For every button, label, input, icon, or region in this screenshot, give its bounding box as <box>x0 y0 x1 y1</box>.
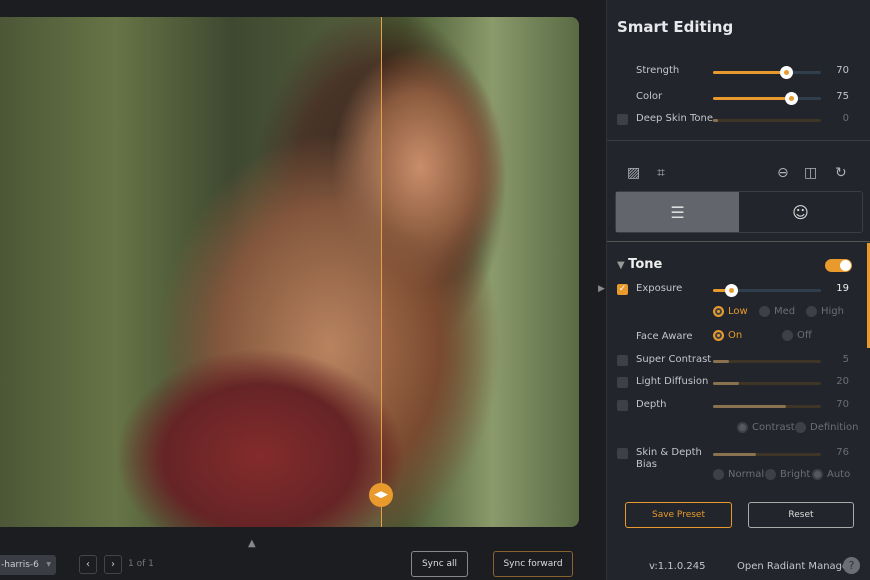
super-contrast-row: Super Contrast 5 <box>607 353 870 369</box>
sync-forward-button[interactable]: Sync forward <box>493 551 573 577</box>
light-diffusion-slider[interactable] <box>713 382 821 385</box>
compare-split-line[interactable] <box>381 17 382 527</box>
light-diffusion-row: Light Diffusion 20 <box>607 375 870 391</box>
radio-low[interactable]: Low <box>713 306 748 317</box>
histogram-icon[interactable]: ▨ <box>627 165 640 181</box>
radio-bright[interactable]: Bright <box>765 469 810 480</box>
radio-off[interactable]: Off <box>782 330 812 341</box>
strength-slider-row: Strength 70 <box>607 64 870 80</box>
file-name: -harris-6 <box>1 560 39 570</box>
strength-label: Strength <box>636 65 680 76</box>
triangle-up-icon[interactable]: ▲ <box>248 538 256 549</box>
tone-section: ▼ Tone ✓ Exposure 19 Low Med High Face A… <box>607 244 865 580</box>
exposure-slider[interactable] <box>713 284 821 297</box>
sliders-icon: ☰ <box>670 202 685 222</box>
color-value: 75 <box>836 91 849 102</box>
radio-auto[interactable]: Auto <box>812 469 850 480</box>
version-label: v:1.1.0.245 <box>649 561 706 572</box>
open-radiant-manager-link[interactable]: Open Radiant Manager <box>737 561 852 572</box>
slider-knob[interactable] <box>780 66 794 79</box>
slider-knob[interactable] <box>725 284 739 297</box>
crop-icon[interactable]: ⌗ <box>657 165 665 181</box>
tone-title: Tone <box>628 257 663 272</box>
strength-slider[interactable] <box>713 66 821 79</box>
super-contrast-slider[interactable] <box>713 360 821 363</box>
before-half <box>0 17 381 527</box>
exposure-label: Exposure <box>636 283 683 294</box>
depth-value: 70 <box>836 399 849 410</box>
light-diffusion-value: 20 <box>836 376 849 387</box>
radio-contrast[interactable]: Contrast <box>737 422 795 433</box>
reset-button[interactable]: Reset <box>748 502 854 528</box>
tab-adjustments[interactable]: ☰ <box>616 192 739 232</box>
deep-skin-value: 0 <box>842 113 849 124</box>
radio-med[interactable]: Med <box>759 306 795 317</box>
super-contrast-checkbox[interactable] <box>617 355 628 366</box>
skin-depth-value: 76 <box>836 447 849 458</box>
depth-label: Depth <box>636 399 667 410</box>
divider <box>607 140 870 141</box>
tone-toggle[interactable] <box>825 259 852 272</box>
color-slider-row: Color 75 <box>607 90 870 106</box>
expand-arrow-icon[interactable]: ▶ <box>598 284 605 294</box>
panel-title: Smart Editing <box>617 18 734 36</box>
strength-value: 70 <box>836 65 849 76</box>
rotate-icon[interactable]: ↻ <box>835 165 847 181</box>
deep-skin-row: Deep Skin Tone 0 <box>607 112 870 128</box>
chevron-down-icon: ▼ <box>46 561 51 568</box>
super-contrast-label: Super Contrast <box>636 354 712 365</box>
super-contrast-value: 5 <box>842 354 849 365</box>
sync-all-button[interactable]: Sync all <box>411 551 468 577</box>
flip-horizontal-icon[interactable]: ◫ <box>804 165 817 181</box>
split-arrows-icon[interactable]: ◀▶ <box>369 483 393 507</box>
exposure-value: 19 <box>836 283 849 294</box>
depth-checkbox[interactable] <box>617 400 628 411</box>
slider-knob[interactable] <box>784 92 798 105</box>
depth-row: Depth 70 <box>607 398 870 414</box>
triangle-down-icon: ▼ <box>617 260 629 271</box>
next-button[interactable]: › <box>104 555 122 574</box>
radio-on[interactable]: On <box>713 330 742 341</box>
radio-high[interactable]: High <box>806 306 844 317</box>
mode-tabs: ☰ ☺ <box>615 191 863 233</box>
photo-preview[interactable]: ◀▶ <box>0 17 579 527</box>
skin-depth-slider[interactable] <box>713 453 821 456</box>
face-aware-label: Face Aware <box>636 331 693 342</box>
light-diffusion-label: Light Diffusion <box>636 376 709 387</box>
exposure-checkbox[interactable]: ✓ <box>617 284 628 295</box>
prev-button[interactable]: ‹ <box>79 555 97 574</box>
exposure-row: ✓ Exposure 19 <box>607 282 870 298</box>
flip-vertical-icon[interactable]: ⊖ <box>777 165 789 181</box>
help-icon[interactable]: ? <box>843 557 860 574</box>
bottom-bar: ▲ -harris-6 ▼ ‹ › 1 of 1 Sync all Sync fo… <box>0 528 606 580</box>
color-label: Color <box>636 91 663 102</box>
color-slider[interactable] <box>713 92 821 105</box>
deep-skin-checkbox[interactable] <box>617 114 628 125</box>
smart-editing-panel: Smart Editing Strength 70 Color 75 Deep … <box>598 0 870 580</box>
light-diffusion-checkbox[interactable] <box>617 377 628 388</box>
skin-depth-label: Skin & Depth <box>636 447 702 458</box>
tab-face[interactable]: ☺ <box>739 192 862 232</box>
radio-normal[interactable]: Normal <box>713 469 764 480</box>
deep-skin-label: Deep Skin Tone <box>636 113 713 124</box>
radio-definition[interactable]: Definition <box>795 422 858 433</box>
page-count: 1 of 1 <box>128 559 154 569</box>
divider <box>607 241 870 242</box>
file-select[interactable]: -harris-6 ▼ <box>0 555 56 575</box>
deep-skin-slider[interactable] <box>713 119 821 122</box>
face-icon: ☺ <box>792 202 809 222</box>
save-preset-button[interactable]: Save Preset <box>625 502 732 528</box>
tone-header[interactable]: ▼ Tone <box>617 257 662 272</box>
skin-depth-label-2: Bias <box>636 459 657 470</box>
depth-slider[interactable] <box>713 405 821 408</box>
